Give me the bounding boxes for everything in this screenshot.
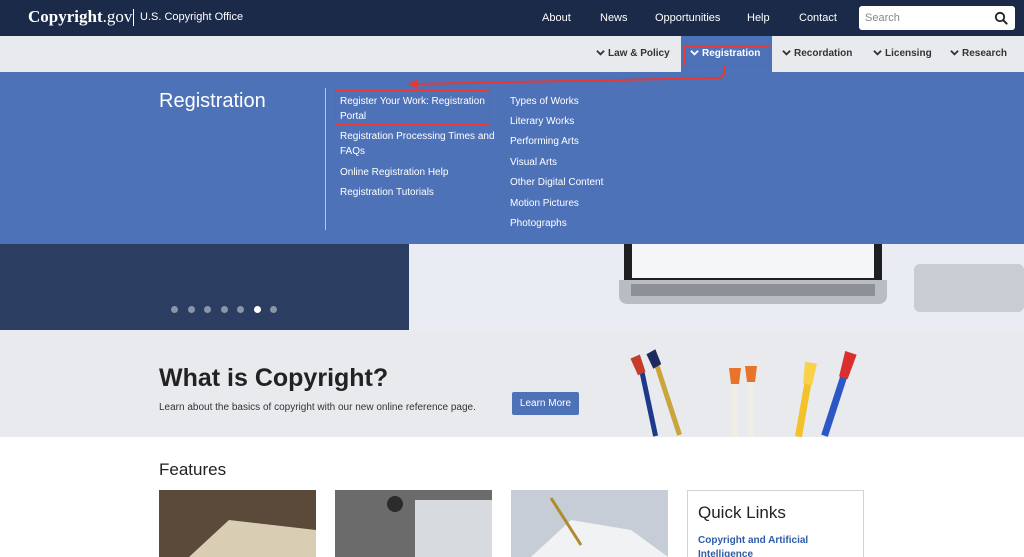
chevron-down-icon	[873, 50, 882, 56]
subnav-licensing[interactable]: Licensing	[873, 48, 932, 59]
subnav-label: Recordation	[794, 48, 853, 59]
nav-news[interactable]: News	[600, 12, 628, 24]
hero-panel	[0, 244, 409, 330]
top-bar: Copyright.gov U.S. Copyright Office Abou…	[0, 0, 1024, 36]
link-performing-arts[interactable]: Performing Arts	[510, 134, 579, 149]
search-icon[interactable]	[994, 11, 1008, 25]
subnav-label: Licensing	[885, 48, 932, 59]
about-subtitle: Learn about the basics of copyright with…	[159, 402, 476, 413]
highlight-box-registration	[684, 46, 770, 66]
link-motion-pictures[interactable]: Motion Pictures	[510, 196, 579, 211]
carousel-dot[interactable]	[237, 306, 244, 313]
link-types-of-works[interactable]: Types of Works	[510, 94, 579, 109]
carousel-dot[interactable]	[220, 306, 228, 313]
about-title: What is Copyright?	[159, 364, 389, 392]
laptop-image	[624, 244, 882, 282]
hand-writing-image	[511, 490, 668, 557]
link-photographs[interactable]: Photographs	[510, 216, 567, 231]
subnav-law-policy[interactable]: Law & Policy	[596, 48, 670, 59]
logo-text: Copyright	[28, 7, 103, 26]
carousel-dot[interactable]	[270, 306, 277, 313]
chevron-down-icon	[596, 50, 605, 56]
carousel-dot[interactable]	[253, 306, 261, 313]
mega-menu-divider	[325, 88, 326, 230]
hero-image	[409, 244, 1024, 330]
feature-card-document[interactable]	[159, 490, 316, 557]
carousel-dot[interactable]	[204, 306, 211, 313]
feature-card-laptop[interactable]	[335, 490, 492, 557]
subnav-research[interactable]: Research	[950, 48, 1007, 59]
quick-links-title: Quick Links	[698, 503, 786, 522]
search-box	[859, 6, 1015, 30]
site-logo[interactable]: Copyright.gov	[28, 7, 132, 27]
about-section: What is Copyright? Learn about the basic…	[0, 330, 1024, 437]
subnav-recordation[interactable]: Recordation	[782, 48, 852, 59]
carousel-dot[interactable]	[171, 306, 178, 313]
link-other-digital[interactable]: Other Digital Content	[510, 175, 603, 190]
link-online-help[interactable]: Online Registration Help	[340, 165, 448, 180]
paintbrushes-image	[630, 349, 857, 437]
nav-contact[interactable]: Contact	[799, 12, 837, 24]
search-input[interactable]	[865, 9, 985, 27]
nav-opportunities[interactable]: Opportunities	[655, 12, 720, 24]
subnav-label: Research	[962, 48, 1008, 59]
document-image	[159, 490, 316, 557]
logo-suffix: .gov	[102, 7, 133, 26]
page: Copyright.gov U.S. Copyright Office Abou…	[0, 0, 1024, 557]
mega-menu-title: Registration	[159, 90, 266, 112]
link-visual-arts[interactable]: Visual Arts	[510, 155, 557, 170]
chevron-down-icon	[782, 50, 791, 56]
link-literary-works[interactable]: Literary Works	[510, 114, 574, 129]
carousel-dot[interactable]	[187, 306, 195, 313]
logo-divider	[133, 9, 134, 26]
office-name: U.S. Copyright Office	[140, 11, 244, 23]
link-processing-times[interactable]: Registration Processing Times and FAQs	[340, 129, 500, 159]
features-title: Features	[159, 460, 227, 479]
quick-links-box: Quick Links Copyright and Artificial Int…	[687, 490, 864, 557]
nav-help[interactable]: Help	[747, 12, 770, 24]
link-tutorials[interactable]: Registration Tutorials	[340, 185, 434, 200]
secondary-nav: Law & Policy Recordation Licensing Resea…	[0, 36, 1024, 72]
laptop-desk-image	[335, 490, 492, 557]
subnav-label: Law & Policy	[608, 48, 670, 59]
quick-link-ai[interactable]: Copyright and Artificial Intelligence	[698, 534, 848, 557]
learn-more-button[interactable]: Learn More	[512, 392, 579, 415]
nav-about[interactable]: About	[542, 12, 571, 24]
chevron-down-icon	[950, 50, 959, 56]
registration-mega-menu: Registration Register Your Work: Registr…	[0, 72, 1024, 244]
feature-card-writing[interactable]	[511, 490, 668, 557]
highlight-box-portal	[335, 90, 490, 125]
